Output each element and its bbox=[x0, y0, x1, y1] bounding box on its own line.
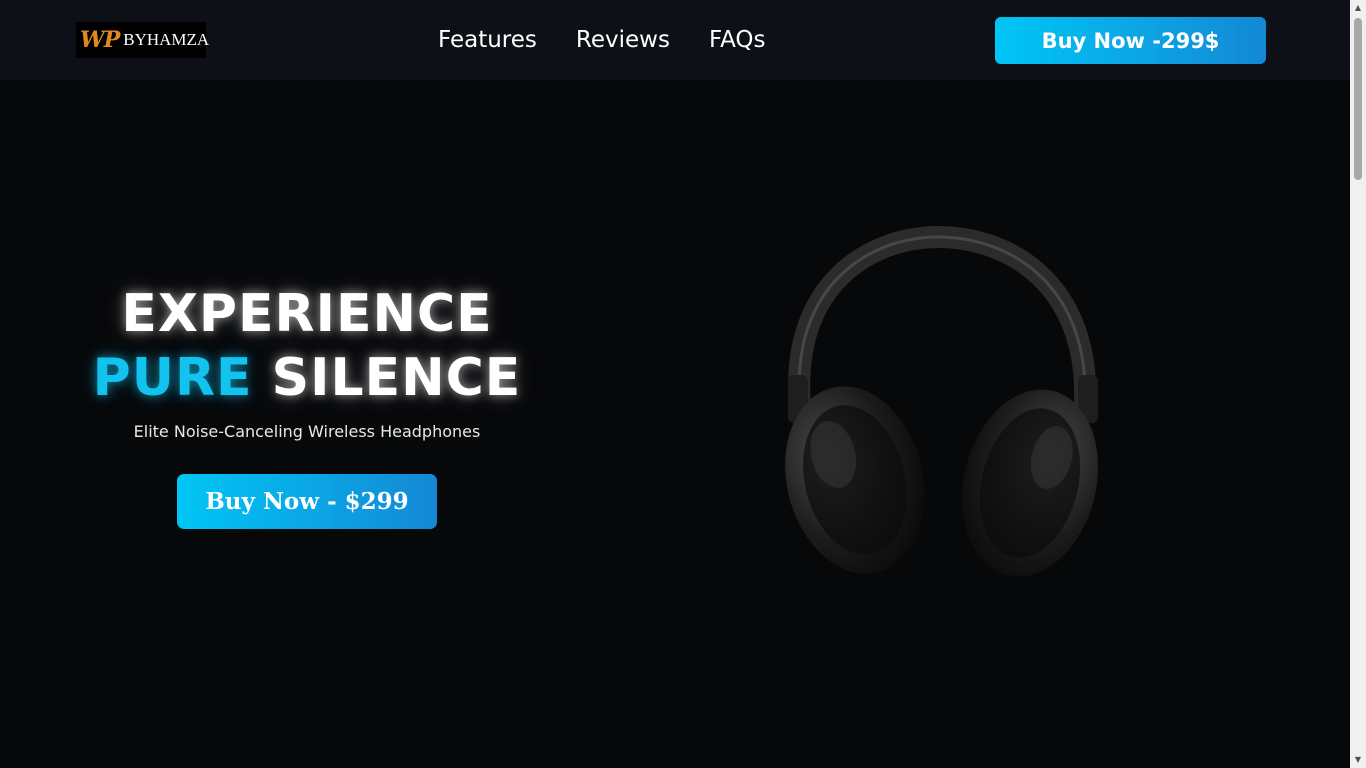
hero-buy-now-button[interactable]: Buy Now - $299 bbox=[177, 474, 437, 529]
page-scrollbar[interactable]: ▲ ▼ bbox=[1350, 0, 1366, 768]
main-nav: Features Reviews FAQs bbox=[438, 24, 766, 56]
logo-wp-mark: WP bbox=[80, 27, 120, 53]
hero-headline-line2: PURE SILENCE bbox=[60, 346, 554, 410]
scrollbar-thumb[interactable] bbox=[1354, 18, 1362, 180]
logo-wordmark: BYHAMZA bbox=[123, 30, 210, 49]
header-buy-now-button[interactable]: Buy Now -299$ bbox=[995, 17, 1266, 64]
hero-headline-line1: EXPERIENCE bbox=[121, 284, 493, 344]
hero-headline-accent: PURE bbox=[92, 348, 253, 408]
nav-link-features[interactable]: Features bbox=[438, 24, 537, 56]
site-header: WP BYHAMZA Features Reviews FAQs Buy Now… bbox=[0, 0, 1350, 80]
nav-link-reviews[interactable]: Reviews bbox=[576, 24, 670, 56]
hero-subtitle: Elite Noise-Canceling Wireless Headphone… bbox=[133, 422, 481, 441]
landing-page: WP BYHAMZA Features Reviews FAQs Buy Now… bbox=[0, 0, 1366, 768]
hero-headline-rest: SILENCE bbox=[271, 348, 522, 408]
headphones-product-image bbox=[760, 225, 1110, 585]
nav-link-faqs[interactable]: FAQs bbox=[709, 24, 766, 56]
site-logo[interactable]: WP BYHAMZA bbox=[76, 22, 210, 58]
scroll-down-arrow-icon[interactable]: ▼ bbox=[1350, 752, 1366, 768]
hero-text-block: EXPERIENCE PURE SILENCE Elite Noise-Canc… bbox=[60, 282, 554, 441]
scroll-up-arrow-icon[interactable]: ▲ bbox=[1350, 0, 1366, 16]
